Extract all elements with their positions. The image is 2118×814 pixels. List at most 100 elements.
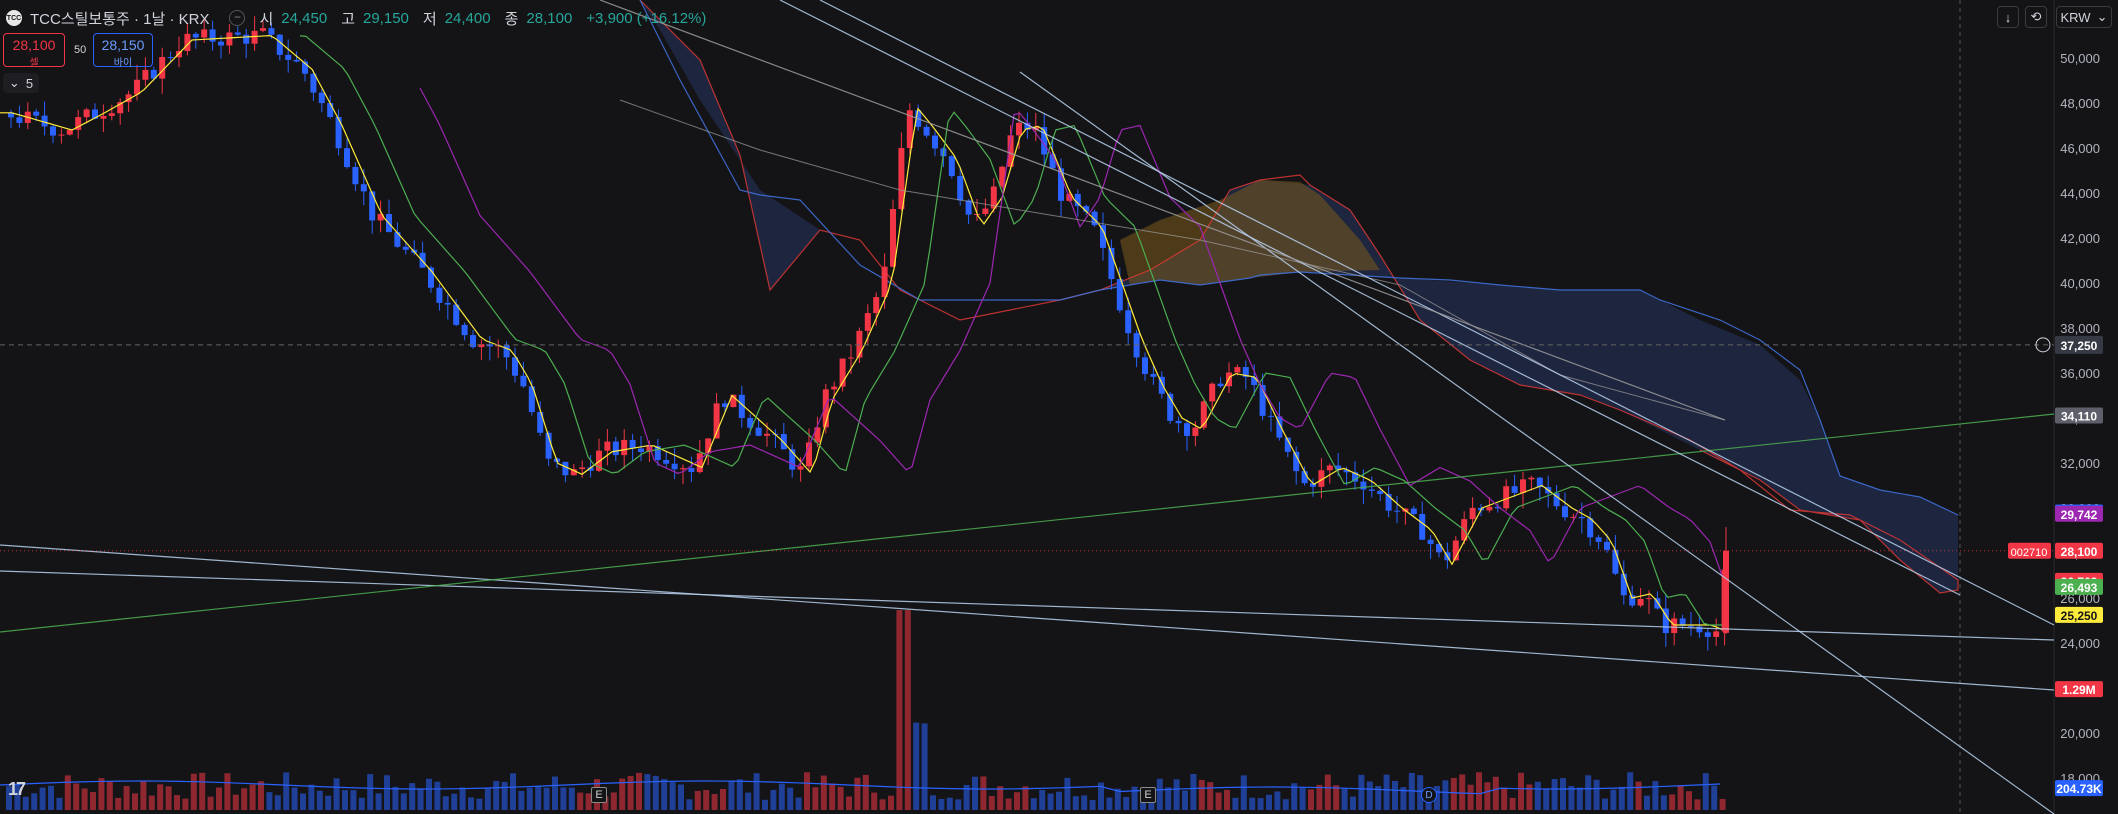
buy-button[interactable]: 28,150 바이 [93,33,153,69]
candle-body [1419,513,1426,540]
volume-bar [224,773,231,810]
volume-bar [476,798,483,810]
volume-bar [442,796,449,810]
currency-select[interactable]: KRW ⌄ [2056,6,2112,28]
volume-bar [644,774,651,810]
volume-bar [73,783,80,810]
volume-bar [661,779,668,810]
volume-bar [997,786,1004,810]
candle-body [1268,415,1274,417]
volume-bar [1492,776,1499,810]
volume-bar [1266,794,1272,810]
candle-body [1125,310,1132,334]
candle-body [327,103,334,117]
earnings-marker[interactable]: E [1140,787,1156,803]
volume-bar [1669,794,1676,810]
volume-bar [526,787,533,810]
tradingview-logo-icon[interactable]: 17 [8,779,40,799]
low-label: 저 [422,10,437,28]
volume-bar [1652,781,1659,810]
spread-value: 50 [74,44,87,56]
volume-bar [1660,795,1667,810]
price-chart[interactable]: 50,000 48,000 46,000 44,000 42,000 40,000 38,0… [0,0,2118,814]
volume-bar [1467,784,1474,810]
volume-bar [1501,787,1508,810]
candle-body [1368,489,1375,491]
symbol-title[interactable]: TCC스틸보통주 · 1날 · KRX [30,8,209,29]
volume-bar [1224,789,1230,810]
volume-bar [829,783,836,810]
volume-bar [972,776,978,810]
volume-bar [518,790,525,810]
volume-bar [728,780,735,810]
volume-bar [980,776,987,810]
download-button[interactable]: ↓ [1997,6,2019,28]
candle-body [1360,481,1367,490]
volume-bar [871,792,878,810]
volume-bar [904,610,911,810]
volume-bar [409,783,416,810]
close-value: 28,100 [526,9,573,27]
volume-bar [1106,797,1113,810]
volume-bar [1299,787,1306,810]
candle-body [218,41,224,46]
candle-body [638,448,644,453]
volume-bar [358,797,365,810]
volume-bar [1585,775,1592,810]
candle-body [1629,595,1636,606]
dividend-marker[interactable]: D [1421,787,1437,803]
open-label: 시 [259,10,274,28]
volume-bar [64,775,71,810]
collapse-legend-button[interactable]: − [229,10,246,26]
crosshair-price-label: 37,250 [2061,339,2098,353]
candle-body [293,59,300,62]
volume-bar [207,796,214,810]
sell-button[interactable]: 28,100 셀 [3,33,65,69]
volume-bar [493,780,500,810]
candle-body [444,302,451,305]
volume-bar [56,797,63,810]
candle-body [520,375,527,387]
volume-bar [1350,796,1356,810]
chevron-down-icon: ⌄ [8,75,20,90]
volume-bar [1694,799,1701,810]
indicators-toggle-button[interactable]: ⌄ 5 [3,73,39,93]
candle-body [1688,625,1694,627]
price-axis-label: 24,000 [2060,636,2100,651]
volume-bar [1257,798,1264,810]
volume-bar [762,799,768,810]
candle-body [579,467,586,470]
candle-body [663,459,670,464]
volume-bar [1333,785,1340,810]
volume-bar [1316,784,1323,810]
candle-body [957,176,964,201]
volume-bar [804,772,810,810]
volume-bar [778,783,785,810]
volume-bar [930,795,936,810]
price-axis-label: 20,000 [2060,726,2100,741]
volume-bar [451,793,458,810]
volume-bar [703,789,710,810]
earnings-marker[interactable]: E [591,787,607,803]
candle-body [562,461,569,476]
volume-bar [636,772,642,810]
candle-body [1074,193,1081,207]
volume-bar [770,789,777,810]
volume-bar [1383,774,1390,810]
volume-bar [1249,797,1256,810]
volume-bar [148,795,155,810]
volume-bar [1358,774,1365,810]
volume-bar [955,799,962,810]
candle-body [58,134,65,136]
restore-button[interactable]: ⟲ [2025,6,2047,28]
volume-bar [1030,798,1037,810]
low-value: 24,400 [444,9,491,27]
volume-bar [174,795,180,810]
candle-body [16,117,23,123]
volume-bar [157,784,164,810]
candle-body [965,200,972,215]
volume-bar [846,796,852,810]
volume-bar [1450,777,1457,810]
volume-bar [241,788,248,810]
company-logo-icon: TCC [6,10,22,26]
